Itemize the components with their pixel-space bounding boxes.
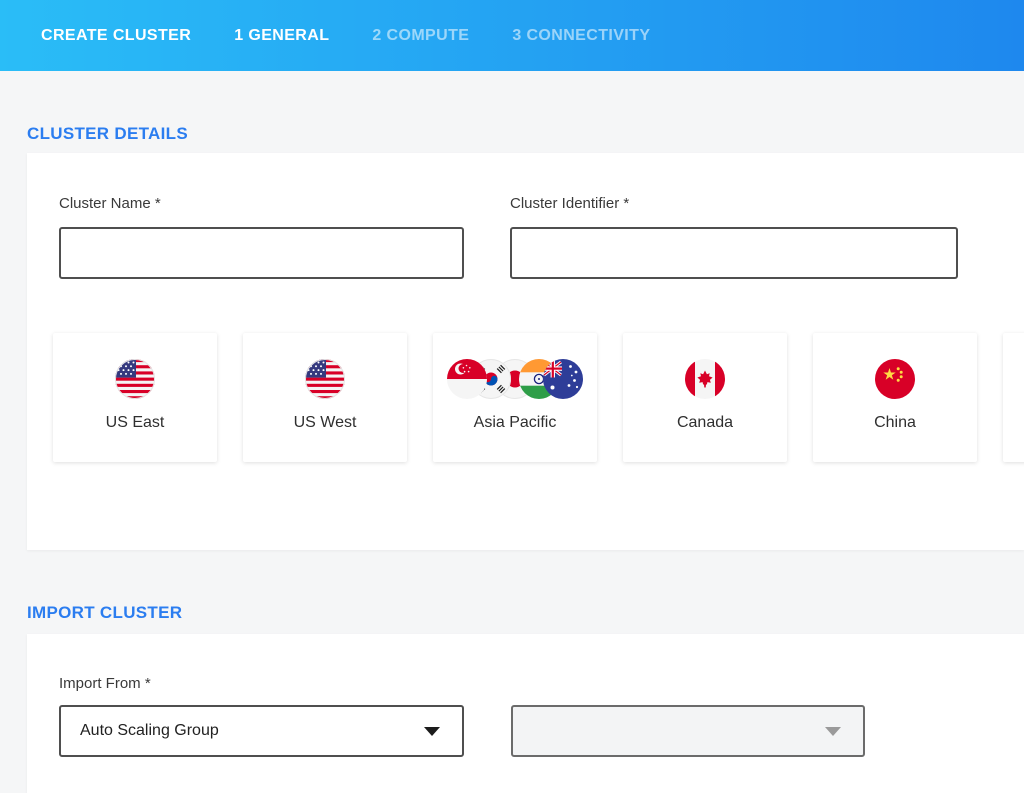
chevron-down-icon xyxy=(825,727,841,736)
region-label: Asia Pacific xyxy=(474,414,557,432)
asia-pacific-flags-icon xyxy=(447,359,583,399)
region-label: China xyxy=(874,414,916,432)
cluster-name-label: Cluster Name * xyxy=(59,195,464,212)
cluster-details-panel: Cluster Name * Cluster Identifier * xyxy=(27,153,1024,550)
cluster-details-title: CLUSTER DETAILS xyxy=(27,124,1024,143)
region-card-partial[interactable] xyxy=(1003,333,1024,462)
wizard-header: CREATE CLUSTER 1 GENERAL 2 COMPUTE 3 CON… xyxy=(0,0,1024,71)
import-from-selected-value: Auto Scaling Group xyxy=(80,722,219,740)
region-card-us-west[interactable]: US West xyxy=(243,333,407,462)
page-title: CREATE CLUSTER xyxy=(41,27,191,45)
region-card-asia-pacific[interactable]: Asia Pacific xyxy=(433,333,597,462)
us-flag-icon xyxy=(115,359,155,399)
region-label: US East xyxy=(106,414,165,432)
region-label: US West xyxy=(294,414,357,432)
cluster-name-input[interactable] xyxy=(59,227,464,279)
region-label: Canada xyxy=(677,414,733,432)
chevron-down-icon xyxy=(424,727,440,736)
region-selector: US East xyxy=(53,333,1024,462)
import-from-label: Import From * xyxy=(59,675,1024,692)
canada-flag-icon xyxy=(685,359,725,399)
import-cluster-title: IMPORT CLUSTER xyxy=(27,603,1024,622)
cluster-identifier-label: Cluster Identifier * xyxy=(510,195,958,212)
cluster-identifier-input[interactable] xyxy=(510,227,958,279)
region-card-us-east[interactable]: US East xyxy=(53,333,217,462)
tab-connectivity[interactable]: 3 CONNECTIVITY xyxy=(512,27,650,45)
import-cluster-panel: Import From * Auto Scaling Group xyxy=(27,634,1024,793)
region-card-china[interactable]: China xyxy=(813,333,977,462)
china-flag-icon xyxy=(875,359,915,399)
tab-compute[interactable]: 2 COMPUTE xyxy=(372,27,469,45)
tab-general[interactable]: 1 GENERAL xyxy=(234,27,329,45)
us-flag-icon xyxy=(305,359,345,399)
region-card-canada[interactable]: Canada xyxy=(623,333,787,462)
import-from-select[interactable]: Auto Scaling Group xyxy=(59,705,464,757)
import-source-select[interactable] xyxy=(511,705,865,757)
